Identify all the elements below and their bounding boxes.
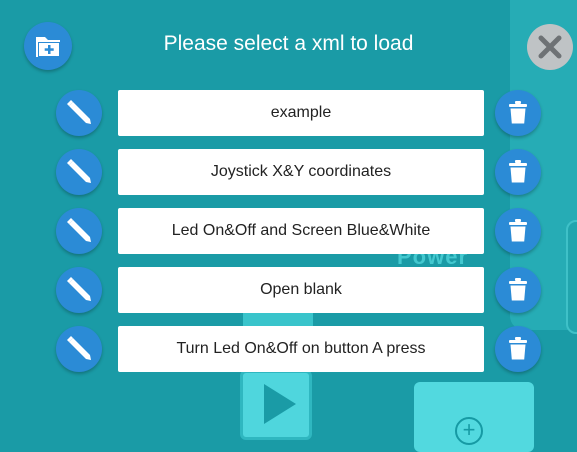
file-row: Joystick X&Y coordinates <box>0 149 577 195</box>
edit-button[interactable] <box>56 149 102 195</box>
file-row: Open blank <box>0 267 577 313</box>
trash-icon <box>509 337 527 360</box>
play-icon <box>264 384 296 424</box>
close-button[interactable] <box>527 24 573 70</box>
trash-icon <box>509 101 527 124</box>
file-item[interactable]: Turn Led On&Off on button A press <box>118 326 484 372</box>
delete-button[interactable] <box>495 208 541 254</box>
edit-button[interactable] <box>56 267 102 313</box>
file-item[interactable]: Open blank <box>118 267 484 313</box>
file-item[interactable]: example <box>118 90 484 136</box>
edit-button[interactable] <box>56 208 102 254</box>
trash-icon <box>509 219 527 242</box>
add-circle-icon: + <box>455 417 483 445</box>
dialog-title: Please select a xml to load <box>163 32 414 55</box>
pencil-icon <box>67 336 91 360</box>
pencil-icon <box>67 218 91 242</box>
file-row: Turn Led On&Off on button A press <box>0 326 577 372</box>
edit-button[interactable] <box>56 90 102 136</box>
pencil-icon <box>67 100 91 124</box>
edit-button[interactable] <box>56 326 102 372</box>
pencil-icon <box>67 159 91 183</box>
delete-button[interactable] <box>495 149 541 195</box>
delete-button[interactable] <box>495 267 541 313</box>
delete-button[interactable] <box>495 326 541 372</box>
close-icon <box>538 35 562 59</box>
delete-button[interactable] <box>495 90 541 136</box>
trash-icon <box>509 160 527 183</box>
file-item[interactable]: Joystick X&Y coordinates <box>118 149 484 195</box>
file-item[interactable]: Led On&Off and Screen Blue&White <box>118 208 484 254</box>
trash-icon <box>509 278 527 301</box>
file-row: example <box>0 90 577 136</box>
file-row: Led On&Off and Screen Blue&White <box>0 208 577 254</box>
pencil-icon <box>67 277 91 301</box>
